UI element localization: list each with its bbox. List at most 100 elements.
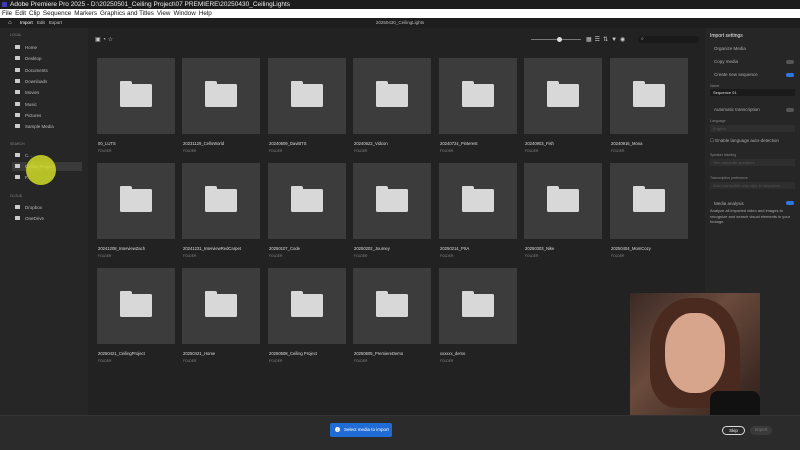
folder-type: FOLDER [354, 254, 368, 258]
folder-thumbnail [182, 58, 260, 134]
menu-sequence[interactable]: Sequence [43, 10, 71, 17]
sidebar-item[interactable]: Music [15, 100, 85, 109]
filter-icon[interactable]: ▼ [611, 37, 620, 43]
bottom-bar: i Select media to import Skip Import [0, 415, 800, 450]
info-icon: i [335, 427, 340, 432]
folder-icon [205, 291, 237, 317]
folder-icon [120, 291, 152, 317]
search-icon: ⌕ [641, 36, 644, 42]
folder-tile[interactable]: 20241231_InterviewRedCarpet FOLDER [182, 163, 260, 258]
skip-button[interactable]: Skip [722, 426, 745, 435]
copy-media-toggle[interactable] [786, 60, 794, 64]
menu-view[interactable]: View [157, 10, 171, 17]
folder-tile[interactable]: 20250214_PSA FOLDER [439, 163, 517, 258]
recent-icon[interactable]: ◔ [102, 37, 106, 43]
menu-bar: File Edit Clip Sequence Markers Graphics and … [0, 9, 800, 18]
folder-icon [633, 81, 665, 107]
favorite-star-icon[interactable]: ☆ [108, 37, 113, 43]
media-analysis-toggle[interactable] [786, 201, 794, 205]
folder-type: FOLDER [440, 359, 454, 363]
sort-icon[interactable]: ⇅ [603, 37, 611, 43]
sidebar-item[interactable]: Dropbox [15, 203, 85, 212]
location-icon [15, 101, 20, 106]
speaker-select[interactable]: Yes, separate speakers [710, 159, 795, 166]
grid-view-icon[interactable]: ▦ [586, 37, 595, 43]
sequence-name-input[interactable]: Sequence 01 [710, 89, 795, 96]
window-title: Adobe Premiere Pro 2025 - D:\20250501_Ce… [10, 1, 291, 8]
folder-tile[interactable]: 20240724_Pinterest FOLDER [439, 58, 517, 153]
thumbnail-size-slider[interactable] [531, 37, 581, 42]
auto-transcription-toggle[interactable] [786, 108, 794, 112]
sidebar-item[interactable]: OneDrive [15, 214, 85, 223]
home-icon[interactable]: ⌂ [8, 20, 14, 26]
tab-export[interactable]: Export [49, 18, 62, 28]
folder-icon [547, 81, 579, 107]
section-local: LOCAL [10, 33, 22, 37]
location-icon [15, 45, 20, 49]
copy-media-label: Copy media [714, 59, 739, 64]
folder-tile[interactable]: xxxxxx_demo FOLDER [439, 268, 517, 363]
folder-icon [376, 291, 408, 317]
search-input[interactable]: ⌕ [638, 36, 699, 43]
tab-edit[interactable]: Edit [37, 18, 45, 28]
menu-window[interactable]: Window [173, 10, 195, 17]
menu-clip[interactable]: Clip [29, 10, 40, 17]
folder-icon [205, 186, 237, 212]
folder-tile[interactable]: 20250303_Nike FOLDER [524, 163, 602, 258]
slider-handle[interactable] [557, 37, 562, 42]
folder-tile[interactable]: 20250202_Journey FOLDER [353, 163, 431, 258]
sidebar-item[interactable]: Sample Media [15, 122, 85, 131]
folder-tile[interactable]: 20250508_Ceiling Project FOLDER [268, 268, 346, 363]
folder-thumbnail [524, 163, 602, 239]
folder-tile[interactable]: 20240903_Fish FOLDER [524, 58, 602, 153]
preference-select[interactable]: Auto-transcribe only clips in sequence [710, 182, 795, 189]
sidebar: LOCAL SEARCH CLOUD Home Desktop Documents D… [0, 28, 88, 415]
folder-thumbnail [97, 58, 175, 134]
import-button[interactable]: Import [750, 426, 772, 435]
location-icon [15, 67, 20, 72]
folder-icon [291, 186, 323, 212]
folder-icon[interactable]: ▣ [95, 37, 101, 43]
folder-tile[interactable]: 20231129_CelloWorld FOLDER [182, 58, 260, 153]
auto-detect-checkbox[interactable]: ☐ Enable language auto-detection [710, 138, 779, 144]
auto-transcription-label: Automatic transcription [714, 107, 760, 112]
sidebar-item[interactable]: Pictures [15, 111, 85, 120]
folder-tile[interactable]: 20250421_Home FOLDER [182, 268, 260, 363]
folder-tile[interactable]: 20250421_CeilingProject FOLDER [97, 268, 175, 363]
sidebar-item[interactable]: Downloads [15, 77, 85, 86]
folder-tile[interactable]: 00_LUTS FOLDER [97, 58, 175, 153]
menu-file[interactable]: File [2, 10, 12, 17]
location-icon [15, 205, 20, 209]
sidebar-item[interactable]: Desktop [15, 54, 85, 63]
create-sequence-toggle[interactable] [786, 73, 794, 77]
location-icon [15, 90, 20, 95]
menu-graphics-and-titles[interactable]: Graphics and Titles [100, 10, 154, 17]
folder-icon [120, 81, 152, 107]
media-browser: ▣ ◔ ☆ ▦☰⇅▼◉ ⌕ 00_LUTS FOLDER 20231129_Cell… [88, 28, 705, 415]
menu-markers[interactable]: Markers [74, 10, 97, 17]
sidebar-item[interactable]: Documents [15, 66, 85, 75]
folder-type: FOLDER [98, 254, 112, 258]
folder-name: 20240916_Mona [611, 141, 643, 146]
folder-tile[interactable]: 20250605_PremiereDemo FOLDER [353, 268, 431, 363]
folder-icon [376, 81, 408, 107]
folder-icon [291, 291, 323, 317]
folder-tile[interactable]: 20250404_MomCozy FOLDER [610, 163, 688, 258]
panel-title: Import settings [710, 33, 743, 39]
folder-tile[interactable]: 20240916_Mona FOLDER [610, 58, 688, 153]
menu-edit[interactable]: Edit [15, 10, 26, 17]
folder-thumbnail [610, 163, 688, 239]
eye-icon[interactable]: ◉ [620, 37, 628, 43]
sidebar-item[interactable]: Movies [15, 88, 85, 97]
sidebar-item[interactable]: Home [15, 43, 85, 52]
language-select[interactable]: English [710, 125, 795, 132]
folder-tile[interactable]: 20250107_Code FOLDER [268, 163, 346, 258]
folder-tile[interactable]: 20240609_DaviBTS FOLDER [268, 58, 346, 153]
folder-type: FOLDER [183, 149, 197, 153]
folder-tile[interactable]: 20241208_InterviewZach FOLDER [97, 163, 175, 258]
folder-tile[interactable]: 20240622_Vidcon FOLDER [353, 58, 431, 153]
organize-media-toggle[interactable]: Organize Media [714, 46, 746, 51]
list-view-icon[interactable]: ☰ [595, 37, 603, 43]
premiere-logo-icon [2, 2, 7, 7]
menu-help[interactable]: Help [199, 10, 212, 17]
